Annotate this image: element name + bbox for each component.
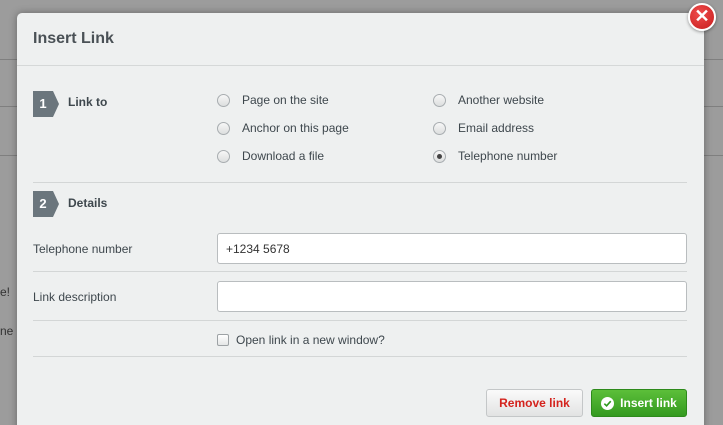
close-icon: ✕ [694, 6, 710, 26]
new-window-checkbox[interactable] [217, 334, 229, 346]
footer-divider [33, 356, 687, 357]
step-1-label: Link to [68, 95, 108, 109]
dialog-header: Insert Link [17, 13, 704, 66]
radio-button-selected[interactable] [433, 149, 446, 163]
field-divider [33, 271, 687, 272]
radio-button[interactable] [217, 93, 230, 107]
radio-email-address[interactable]: Email address [433, 121, 534, 135]
telephone-number-label: Telephone number [33, 242, 133, 256]
insert-link-label: Insert link [620, 396, 677, 410]
check-icon [601, 396, 615, 410]
remove-link-button[interactable]: Remove link [486, 389, 583, 417]
radio-button[interactable] [217, 149, 230, 163]
step-2-badge: 2 [33, 191, 59, 217]
step-1-badge: 1 [33, 91, 59, 117]
background-text: ne [0, 324, 14, 338]
step-2-label: Details [68, 196, 108, 210]
link-description-input[interactable] [217, 281, 687, 312]
insert-link-dialog: Insert Link 1 Link to Page on the site A… [17, 13, 704, 425]
radio-label: Email address [458, 121, 535, 135]
new-window-label: Open link in a new window? [236, 333, 385, 347]
section-divider [33, 182, 687, 183]
radio-label: Page on the site [242, 93, 329, 107]
background-text: e! [0, 285, 11, 299]
radio-label: Anchor on this page [242, 121, 349, 135]
telephone-number-input[interactable] [217, 233, 687, 264]
close-button[interactable]: ✕ [688, 3, 716, 31]
radio-label: Another website [458, 93, 545, 107]
link-description-label: Link description [33, 290, 117, 304]
radio-button[interactable] [433, 93, 446, 107]
radio-label: Telephone number [458, 149, 558, 163]
remove-link-label: Remove link [499, 396, 570, 410]
radio-anchor-on-page[interactable]: Anchor on this page [217, 121, 349, 135]
radio-download-file[interactable]: Download a file [217, 149, 324, 163]
new-window-checkbox-row[interactable]: Open link in a new window? [217, 333, 385, 347]
dialog-title: Insert Link [33, 30, 114, 47]
insert-link-button[interactable]: Insert link [591, 389, 687, 417]
radio-another-website[interactable]: Another website [433, 93, 544, 107]
step-2-number: 2 [39, 196, 47, 211]
step-1-number: 1 [39, 96, 47, 111]
radio-button[interactable] [217, 121, 230, 135]
radio-page-on-site[interactable]: Page on the site [217, 93, 329, 107]
radio-button[interactable] [433, 121, 446, 135]
radio-label: Download a file [242, 149, 325, 163]
radio-telephone-number[interactable]: Telephone number [433, 149, 557, 163]
field-divider [33, 320, 687, 321]
